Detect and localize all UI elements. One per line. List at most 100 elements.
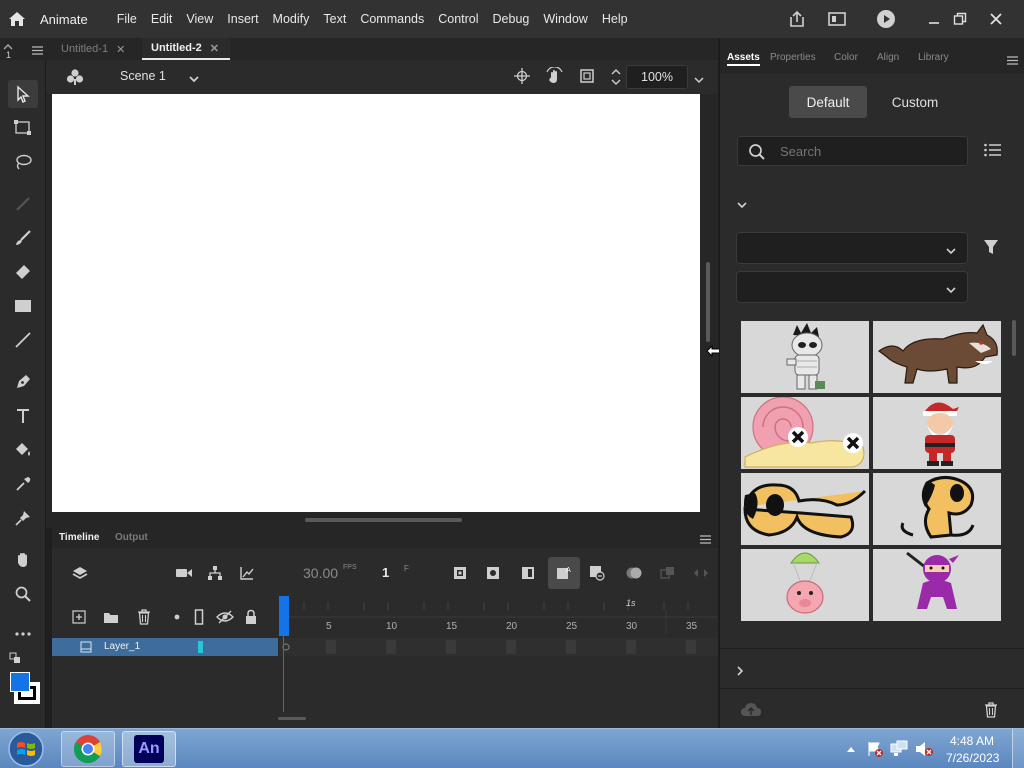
menu-edit[interactable]: Edit — [144, 12, 180, 26]
taskbar-chrome[interactable] — [61, 731, 115, 767]
tab-output[interactable]: Output — [115, 532, 148, 543]
menu-window[interactable]: Window — [536, 12, 594, 26]
fill-color-swatch[interactable] — [10, 672, 30, 692]
eraser-tool-icon[interactable] — [8, 258, 38, 286]
custom-toggle[interactable]: Custom — [875, 86, 955, 118]
menu-view[interactable]: View — [179, 12, 220, 26]
stage-horizontal-scrollbar[interactable] — [305, 518, 462, 522]
frame-value[interactable]: 1 — [382, 565, 389, 580]
frame-row[interactable] — [280, 638, 718, 656]
insert-frame-icon[interactable] — [516, 561, 540, 585]
panel-menu-icon[interactable] — [700, 533, 711, 547]
scene-name[interactable]: Scene 1 — [120, 69, 166, 83]
asset-santa[interactable] — [873, 397, 1001, 469]
stage-vertical-scrollbar[interactable] — [706, 262, 710, 342]
zoom-tool-icon[interactable] — [8, 580, 38, 608]
asset-dog-sitting[interactable] — [873, 473, 1001, 545]
default-toggle[interactable]: Default — [789, 86, 867, 118]
asset-mummy[interactable] — [741, 321, 869, 393]
list-view-icon[interactable] — [984, 143, 1002, 160]
visibility-icon[interactable] — [213, 605, 237, 629]
eyedropper-tool-icon[interactable] — [8, 470, 38, 498]
hand-tool-icon[interactable] — [8, 546, 38, 574]
insert-keyframe-icon[interactable] — [448, 561, 472, 585]
search-box[interactable] — [737, 136, 968, 166]
scene-dropdown-icon[interactable] — [188, 72, 200, 86]
menu-text[interactable]: Text — [316, 12, 353, 26]
pen-tool-icon[interactable] — [8, 368, 38, 396]
edit-symbols-icon[interactable] — [66, 68, 84, 89]
swap-colors-icon[interactable] — [9, 652, 21, 667]
panel-menu-icon[interactable] — [1007, 54, 1018, 68]
home-icon[interactable] — [0, 0, 34, 38]
new-folder-icon[interactable] — [99, 605, 123, 629]
volume-muted-icon[interactable] — [914, 740, 934, 761]
free-transform-tool-icon[interactable] — [8, 114, 38, 142]
delete-frame-icon[interactable] — [585, 561, 609, 585]
graph-icon[interactable] — [235, 561, 259, 585]
zoom-input[interactable]: 100% — [626, 65, 688, 89]
onion-skin-outline-icon[interactable] — [656, 561, 680, 585]
outline-layer-icon[interactable] — [187, 605, 211, 629]
asset-snail[interactable] — [741, 397, 869, 469]
tab-color[interactable]: Color — [834, 52, 858, 63]
clock-time[interactable]: 4:48 AM — [950, 734, 994, 748]
screen-mode-icon[interactable] — [817, 0, 857, 38]
clip-content-icon[interactable] — [579, 68, 595, 87]
text-tool-icon[interactable] — [8, 402, 38, 430]
close-icon[interactable] — [976, 0, 1016, 38]
category-dropdown[interactable] — [736, 232, 968, 264]
new-layer-icon[interactable] — [67, 605, 91, 629]
zoom-dropdown-icon[interactable] — [694, 73, 704, 87]
lock-icon[interactable] — [239, 605, 263, 629]
line-disabled-tool-icon[interactable] — [8, 190, 38, 218]
lasso-tool-icon[interactable] — [8, 148, 38, 176]
filter-icon[interactable] — [983, 239, 999, 258]
layer-name[interactable]: Layer_1 — [104, 641, 140, 652]
onion-skin-icon[interactable] — [622, 561, 646, 585]
tab-untitled-2[interactable]: Untitled-2 ✕ — [142, 38, 230, 60]
delete-asset-icon[interactable] — [984, 702, 998, 721]
toolbar-menu-icon[interactable] — [32, 44, 43, 58]
publish-icon[interactable] — [777, 0, 817, 38]
layer-color-swatch[interactable] — [198, 641, 203, 653]
timeline-scrollbar[interactable] — [278, 717, 306, 720]
tab-library[interactable]: Library — [918, 52, 949, 63]
tab-close-icon[interactable]: ✕ — [116, 43, 125, 56]
tab-untitled-1[interactable]: Untitled-1 ✕ — [52, 38, 140, 60]
test-movie-icon[interactable] — [866, 0, 906, 38]
menu-file[interactable]: File — [110, 12, 144, 26]
layer-row[interactable]: Layer_1 — [52, 638, 278, 656]
auto-keyframe-icon[interactable]: A — [548, 557, 580, 589]
zoom-stepper-icon[interactable] — [610, 66, 622, 91]
tab-close-icon[interactable]: ✕ — [210, 42, 219, 55]
menu-control[interactable]: Control — [431, 12, 485, 26]
expand-section-icon[interactable] — [736, 665, 744, 680]
fps-value[interactable]: 30.00 — [303, 565, 338, 581]
delete-layer-icon[interactable] — [132, 605, 156, 629]
action-center-icon[interactable] — [866, 740, 884, 761]
line-tool-icon[interactable] — [8, 326, 38, 354]
tab-assets[interactable]: Assets — [727, 52, 760, 66]
more-tools-icon[interactable] — [8, 620, 38, 648]
tab-align[interactable]: Align — [877, 52, 899, 63]
insert-blank-keyframe-icon[interactable] — [481, 561, 505, 585]
brush-tool-icon[interactable] — [8, 224, 38, 252]
camera-icon[interactable] — [172, 561, 196, 585]
assets-scrollbar[interactable] — [1012, 320, 1016, 356]
network-icon[interactable] — [890, 740, 910, 761]
asset-werewolf[interactable] — [873, 321, 1001, 393]
parenting-icon[interactable] — [203, 561, 227, 585]
selection-tool-icon[interactable] — [8, 80, 38, 108]
asset-pig[interactable] — [741, 549, 869, 621]
rotate-stage-icon[interactable] — [545, 66, 565, 88]
center-stage-icon[interactable] — [514, 68, 530, 87]
layers-icon[interactable] — [68, 561, 92, 585]
highlight-layer-icon[interactable] — [165, 605, 189, 629]
show-desktop-button[interactable] — [1012, 729, 1024, 768]
menu-modify[interactable]: Modify — [266, 12, 317, 26]
edit-multiple-frames-icon[interactable] — [689, 561, 713, 585]
search-input[interactable] — [780, 141, 950, 161]
tab-properties[interactable]: Properties — [770, 52, 816, 63]
restore-icon[interactable] — [940, 0, 980, 38]
